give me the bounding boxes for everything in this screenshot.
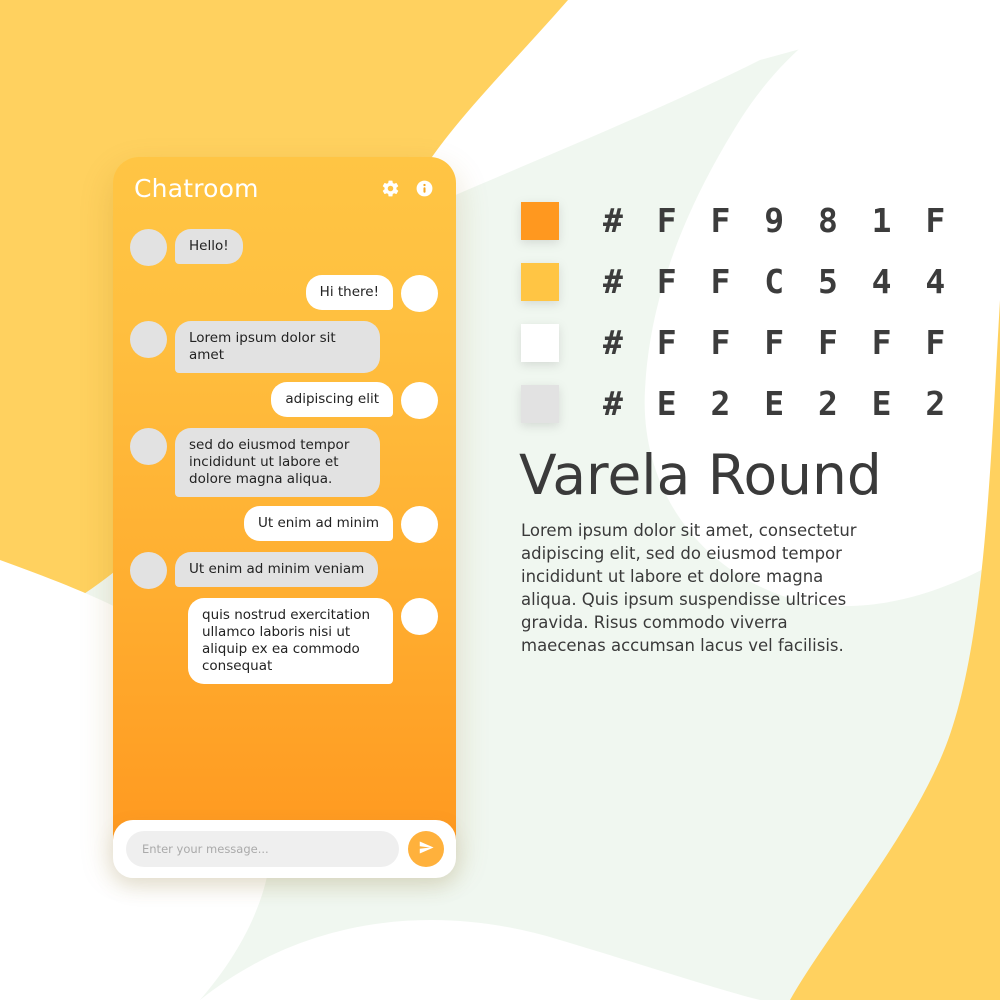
message-bubble[interactable]: adipiscing elit <box>271 382 393 417</box>
palette-row: # E 2 E 2 E 2 <box>521 373 952 434</box>
header-actions <box>381 179 434 198</box>
gear-icon[interactable] <box>381 179 400 198</box>
message-row: adipiscing elit <box>113 382 456 419</box>
color-swatch[interactable] <box>521 262 559 301</box>
avatar[interactable] <box>401 506 438 543</box>
font-sample-paragraph: Lorem ipsum dolor sit amet, consectetur … <box>521 521 857 655</box>
hex-code-label: # F F C 5 4 4 <box>603 262 953 301</box>
font-name-heading: Varela Round <box>519 443 882 507</box>
page-title: Chatroom <box>134 173 259 203</box>
color-palette: # F F 9 8 1 F # F F C 5 4 4 # F F F F F F #… <box>521 190 952 434</box>
avatar[interactable] <box>130 229 167 266</box>
info-icon[interactable] <box>415 179 434 198</box>
message-list[interactable]: Hello! Hi there! Lorem ipsum dolor sit ame… <box>113 219 456 857</box>
message-bubble[interactable]: Hi there! <box>305 275 393 310</box>
message-composer <box>113 820 456 878</box>
hex-code-label: # E 2 E 2 E 2 <box>603 384 953 423</box>
hex-code-label: # F F F F F F <box>603 323 953 362</box>
message-bubble[interactable]: Lorem ipsum dolor sit amet <box>175 321 380 373</box>
send-paper-plane-icon <box>418 839 435 859</box>
style-guide-canvas: Chatroom Hello! Hi there! Lorem ipsum dolo… <box>0 0 1000 1000</box>
message-row: Ut enim ad minim veniam <box>113 552 456 589</box>
palette-row: # F F F F F F <box>521 312 952 373</box>
chat-app-phone-mockup: Chatroom Hello! Hi there! Lorem ipsum dolo… <box>113 157 456 857</box>
avatar[interactable] <box>130 552 167 589</box>
hex-code-label: # F F 9 8 1 F <box>603 201 953 240</box>
message-input[interactable] <box>126 831 399 867</box>
message-row: sed do eiusmod tempor incididunt ut labo… <box>113 428 456 497</box>
message-row: Hi there! <box>113 275 456 312</box>
chat-header: Chatroom <box>113 157 456 219</box>
palette-row: # F F 9 8 1 F <box>521 190 952 251</box>
message-bubble[interactable]: sed do eiusmod tempor incididunt ut labo… <box>175 428 380 497</box>
avatar[interactable] <box>130 321 167 358</box>
message-row: quis nostrud exercitation ullamco labori… <box>113 598 456 684</box>
message-bubble[interactable]: Hello! <box>175 229 243 264</box>
color-swatch[interactable] <box>521 323 559 362</box>
color-swatch[interactable] <box>521 201 559 240</box>
color-swatch[interactable] <box>521 384 559 423</box>
avatar[interactable] <box>130 428 167 465</box>
palette-row: # F F C 5 4 4 <box>521 251 952 312</box>
message-row: Ut enim ad minim <box>113 506 456 543</box>
message-bubble[interactable]: Ut enim ad minim veniam <box>175 552 379 587</box>
message-bubble[interactable]: Ut enim ad minim <box>243 506 393 541</box>
message-row: Hello! <box>113 229 456 266</box>
avatar[interactable] <box>401 275 438 312</box>
message-row: Lorem ipsum dolor sit amet <box>113 321 456 373</box>
avatar[interactable] <box>401 598 438 635</box>
message-bubble[interactable]: quis nostrud exercitation ullamco labori… <box>188 598 393 684</box>
send-button[interactable] <box>408 831 444 867</box>
avatar[interactable] <box>401 382 438 419</box>
